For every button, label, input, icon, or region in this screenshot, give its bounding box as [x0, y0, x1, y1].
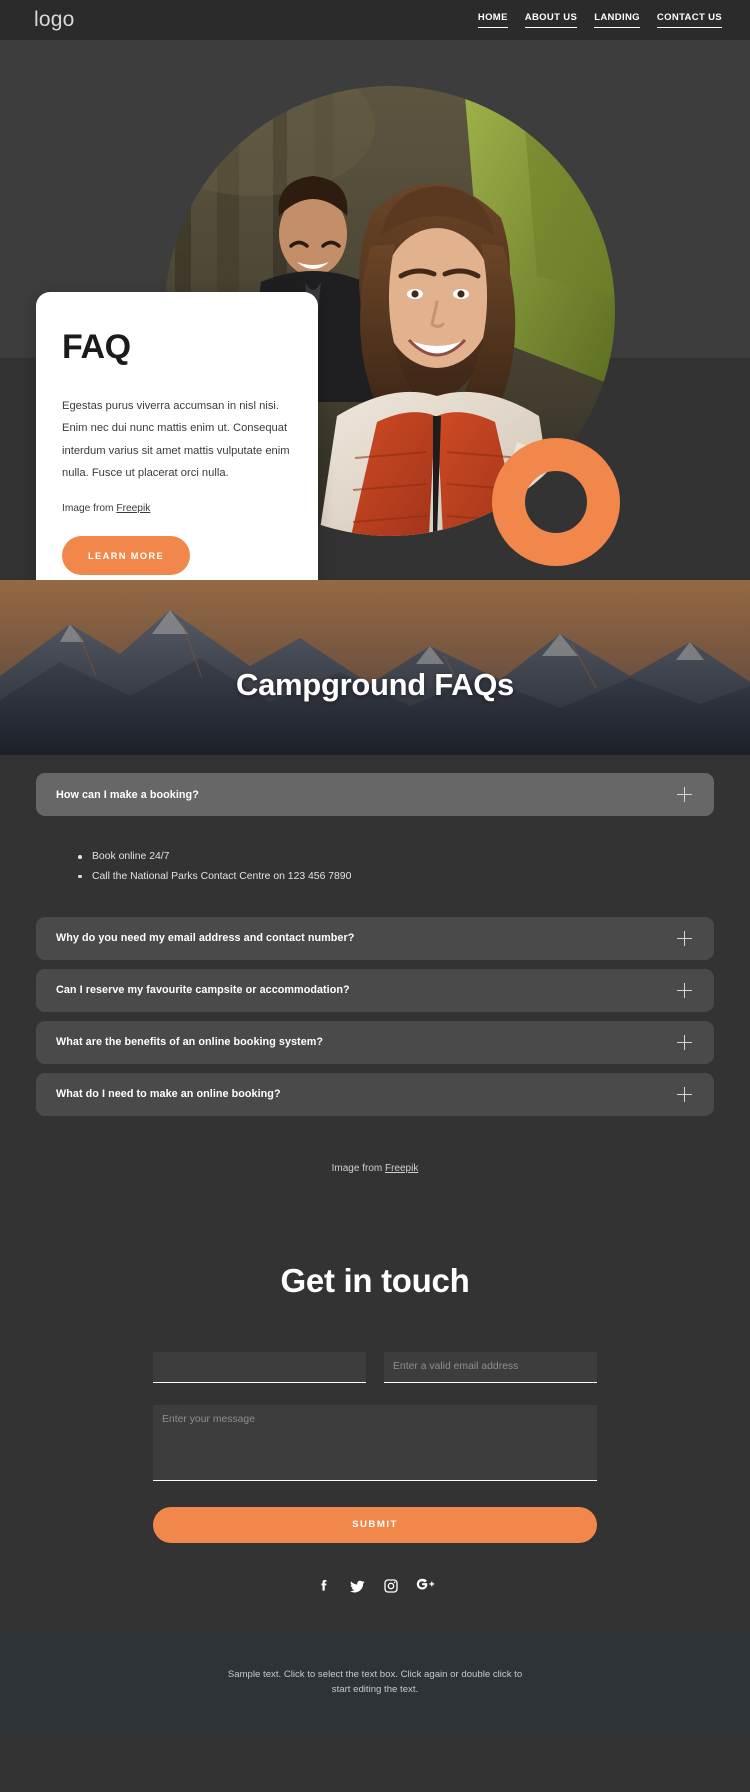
accordion-question-4: What are the benefits of an online booki…	[56, 1036, 324, 1049]
hero-credit-prefix: Image from	[62, 502, 117, 514]
accordion-header-3[interactable]: Can I reserve my favourite campsite or a…	[36, 968, 714, 1012]
site-footer: Sample text. Click to select the text bo…	[0, 1632, 750, 1737]
accordion-question-3: Can I reserve my favourite campsite or a…	[56, 984, 350, 997]
faq-accordion-section: Campground FAQs How can I make a booking…	[0, 580, 750, 1184]
footer-text: Sample text. Click to select the text bo…	[227, 1668, 523, 1696]
decorative-orange-ring	[492, 438, 620, 566]
nav-item-landing[interactable]: LANDING	[594, 12, 640, 28]
plus-icon[interactable]	[677, 982, 692, 998]
list-item: Call the National Parks Contact Centre o…	[76, 867, 694, 887]
hero-section: FAQ Egestas purus viverra accumsan in ni…	[0, 40, 750, 580]
accordion-question-5: What do I need to make an online booking…	[56, 1088, 281, 1101]
nav-item-about-us[interactable]: ABOUT US	[524, 12, 578, 28]
accordion-question-2: Why do you need my email address and con…	[56, 932, 355, 945]
contact-section: Get in touch SUBMIT	[0, 1183, 750, 1633]
faq-credit-prefix: Image from	[331, 1162, 385, 1174]
accordion-header-4[interactable]: What are the benefits of an online booki…	[36, 1020, 714, 1064]
message-textarea[interactable]	[153, 1404, 597, 1481]
plus-icon[interactable]	[677, 787, 692, 802]
instagram-icon[interactable]	[383, 1578, 399, 1594]
page-title: FAQ	[62, 328, 131, 366]
email-input[interactable]	[384, 1351, 597, 1383]
site-header: logo HOME ABOUT US LANDING CONTACT US	[0, 0, 750, 40]
facebook-icon[interactable]	[316, 1578, 332, 1594]
faq-section-title: Campground FAQs	[236, 667, 514, 702]
accordion-question-1: How can I make a booking?	[56, 788, 199, 801]
twitter-icon[interactable]	[349, 1578, 366, 1595]
contact-form: SUBMIT	[0, 1351, 750, 1543]
list-item: Book online 24/7	[76, 847, 694, 867]
faq-intro-card: FAQ Egestas purus viverra accumsan in ni…	[36, 292, 318, 580]
faq-image-credit: Image from Freepik	[0, 1125, 750, 1174]
plus-icon[interactable]	[677, 1034, 692, 1050]
hero-image-credit: Image from Freepik	[62, 503, 292, 514]
nav-item-contact-us[interactable]: CONTACT US	[656, 12, 722, 28]
google-plus-icon[interactable]	[416, 1578, 435, 1594]
logo[interactable]: logo	[34, 8, 75, 32]
submit-button[interactable]: SUBMIT	[153, 1506, 597, 1543]
faq-accordion: How can I make a booking? Book online 24…	[0, 773, 750, 1116]
accordion-header-5[interactable]: What do I need to make an online booking…	[36, 1072, 714, 1116]
contact-title: Get in touch	[280, 1261, 470, 1299]
accordion-panel-1: Book online 24/7 Call the National Parks…	[36, 825, 714, 917]
nav-item-home[interactable]: HOME	[477, 12, 508, 28]
plus-icon[interactable]	[677, 1086, 692, 1102]
accordion-answer-list-1: Book online 24/7 Call the National Parks…	[76, 847, 694, 887]
accordion-header-1[interactable]: How can I make a booking?	[36, 773, 714, 816]
social-links	[0, 1543, 750, 1633]
plus-icon[interactable]	[677, 930, 692, 946]
main-navigation: HOME ABOUT US LANDING CONTACT US	[477, 12, 722, 28]
accordion-header-2[interactable]: Why do you need my email address and con…	[36, 916, 714, 960]
learn-more-button[interactable]: LEARN MORE	[62, 535, 191, 575]
faq-credit-link[interactable]: Freepik	[385, 1163, 418, 1174]
faq-card-body: Egestas purus viverra accumsan in nisl n…	[62, 400, 290, 480]
contact-form-row	[153, 1351, 597, 1383]
name-input[interactable]	[153, 1351, 366, 1383]
hero-credit-link[interactable]: Freepik	[116, 503, 150, 514]
